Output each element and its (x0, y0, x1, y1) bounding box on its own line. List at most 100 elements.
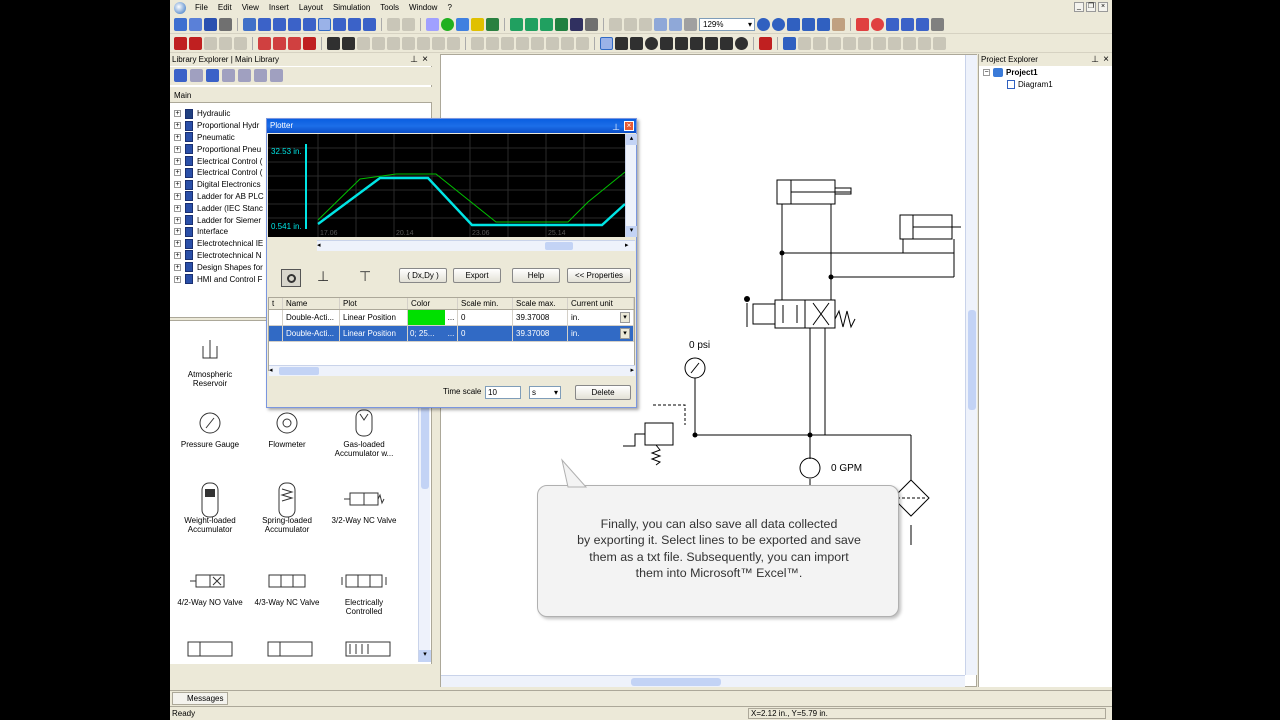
help-button[interactable]: Help (512, 268, 560, 283)
back-order-icon[interactable] (858, 37, 871, 50)
zoom-window-icon[interactable] (787, 18, 800, 31)
snap-icon[interactable] (856, 18, 869, 31)
outdent-icon[interactable] (561, 37, 574, 50)
ellipse-tool-icon[interactable] (645, 37, 658, 50)
expand-icon[interactable]: + (174, 251, 181, 259)
table-row[interactable]: Double-Acti... Linear Position... 0 39.3700… (269, 310, 634, 326)
canvas-vscroll[interactable] (965, 55, 977, 675)
ungroup-icon[interactable] (828, 37, 841, 50)
messages-tab[interactable]: Messages (172, 692, 229, 705)
pin-icon[interactable]: ⊥ (410, 54, 418, 65)
distribute-icon[interactable] (903, 37, 916, 50)
close-red-icon[interactable] (303, 37, 316, 50)
library-component[interactable]: 3/2-Way NC Valve (329, 482, 399, 525)
catalog-icon[interactable] (273, 18, 286, 31)
cursor-tool-icon[interactable] (281, 269, 301, 287)
animation-icon[interactable] (348, 18, 361, 31)
plot-vscroll[interactable]: ▴ ▾ (625, 134, 637, 237)
series-color[interactable] (408, 310, 445, 325)
group-icon[interactable] (813, 37, 826, 50)
connect-icon[interactable] (510, 18, 523, 31)
polygon-tool-icon[interactable] (675, 37, 688, 50)
diagram-node[interactable]: Diagram1 (1007, 80, 1053, 89)
stop-icon[interactable] (585, 18, 598, 31)
zoom-fit-icon[interactable] (802, 18, 815, 31)
library-component[interactable]: Pressure Gauge (175, 406, 245, 449)
cut-icon[interactable] (609, 18, 622, 31)
expand-icon[interactable]: + (174, 122, 181, 130)
expand-icon[interactable]: + (174, 145, 181, 153)
library-new-icon[interactable] (190, 69, 203, 82)
scale-max[interactable]: 39.37008 (513, 326, 568, 341)
zoom-page-icon[interactable] (817, 18, 830, 31)
plotter-pin-icon[interactable]: ⊥ (612, 120, 620, 134)
restore-icon[interactable]: ❐ (1086, 2, 1096, 12)
new-project-icon[interactable] (189, 18, 202, 31)
menu-edit[interactable]: Edit (213, 3, 237, 12)
expand-icon[interactable]: + (174, 192, 181, 200)
menu-file[interactable]: File (190, 3, 213, 12)
time-scale-input[interactable]: 10 (485, 386, 521, 399)
link-icon[interactable] (540, 18, 553, 31)
library-component[interactable]: Atmospheric Reservoir (175, 336, 245, 388)
arrow-style-icon[interactable] (372, 37, 385, 50)
library-component[interactable]: Weight-loaded Accumulator (175, 482, 245, 534)
reset-icon[interactable] (234, 37, 247, 50)
expand-icon[interactable]: + (174, 275, 181, 283)
library-edit-icon[interactable] (206, 69, 219, 82)
network-icon[interactable] (525, 18, 538, 31)
dots-icon[interactable] (931, 18, 944, 31)
image-tool-icon[interactable] (705, 37, 718, 50)
grid-point-icon[interactable] (871, 18, 884, 31)
rotate-icon[interactable] (576, 37, 589, 50)
layer-icon[interactable] (798, 37, 811, 50)
pan-hand-icon[interactable] (832, 18, 845, 31)
rectangle-tool-icon[interactable] (630, 37, 643, 50)
library-component[interactable]: Gas-loaded Accumulator w... (329, 406, 399, 458)
library-remove-icon[interactable] (238, 69, 251, 82)
time-unit-select[interactable]: s ▾ (529, 386, 561, 399)
delete-icon[interactable] (684, 18, 697, 31)
library-lock-icon[interactable] (270, 69, 283, 82)
zoom-in-icon[interactable] (757, 18, 770, 31)
library-icon[interactable] (258, 18, 271, 31)
underline-icon[interactable] (447, 37, 460, 50)
scale-min[interactable]: 0 (458, 310, 513, 325)
expand-icon[interactable]: + (174, 181, 181, 189)
run-icon[interactable] (441, 18, 454, 31)
horizontal-marker-icon[interactable]: ⊤ (359, 268, 371, 285)
text-tool-icon[interactable] (690, 37, 703, 50)
grid-icon[interactable] (886, 18, 899, 31)
library-component[interactable]: Electrically Controlled (329, 564, 399, 616)
menu-view[interactable]: View (237, 3, 264, 12)
line-tool-icon[interactable] (615, 37, 628, 50)
back-icon[interactable] (387, 18, 400, 31)
align-right-icon[interactable] (501, 37, 514, 50)
spacing-icon[interactable] (918, 37, 931, 50)
align-left-icon[interactable] (471, 37, 484, 50)
menu-simulation[interactable]: Simulation (328, 3, 375, 12)
paste-icon[interactable] (639, 18, 652, 31)
vertical-marker-icon[interactable]: ⊥ (317, 268, 329, 285)
properties-icon[interactable] (288, 18, 301, 31)
project-root[interactable]: − Project1 (983, 68, 1038, 77)
export-icon[interactable] (243, 18, 256, 31)
color-picker-button[interactable]: ... (445, 310, 457, 325)
project-close-icon[interactable]: × (1103, 54, 1109, 65)
expand-icon[interactable]: + (174, 157, 181, 165)
menu-window[interactable]: Window (404, 3, 442, 12)
undo-icon[interactable] (654, 18, 667, 31)
simulate-icon[interactable] (426, 18, 439, 31)
forward-icon[interactable] (402, 18, 415, 31)
plot-area[interactable]: 32.53 in. 0.541 in. 17.06 20.14 23.06 25… (268, 134, 625, 237)
italic-icon[interactable] (432, 37, 445, 50)
menu-layout[interactable]: Layout (294, 3, 328, 12)
select-arrow-icon[interactable] (600, 37, 613, 50)
indent-icon[interactable] (546, 37, 559, 50)
step-icon[interactable] (456, 18, 469, 31)
plotter-close-icon[interactable]: × (624, 121, 634, 131)
component-icon[interactable] (363, 18, 376, 31)
pen-icon[interactable] (327, 37, 340, 50)
scale-min[interactable]: 0 (458, 326, 513, 341)
scale-max[interactable]: 39.37008 (513, 310, 568, 325)
